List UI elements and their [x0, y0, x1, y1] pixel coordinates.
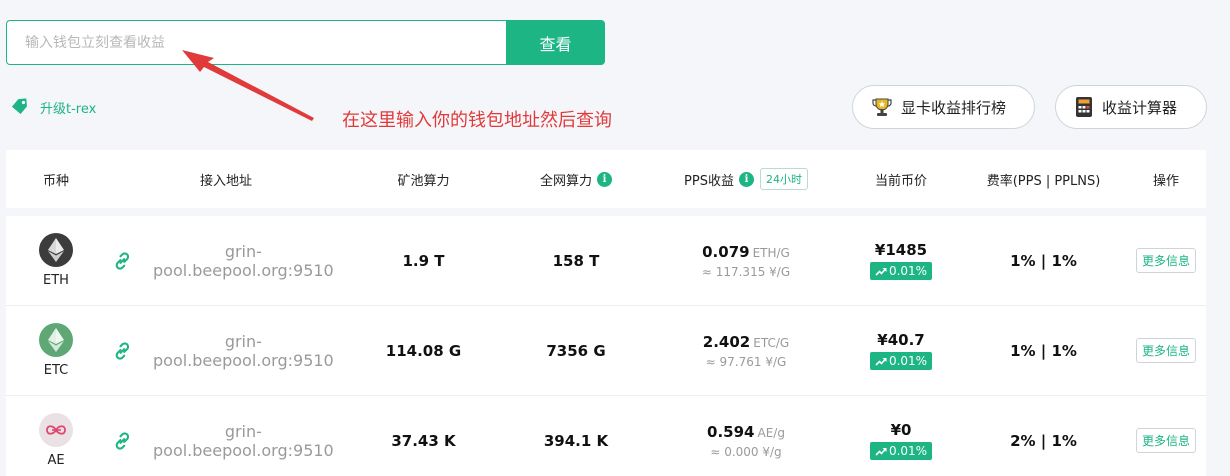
price-change: 0.01%	[888, 264, 928, 278]
network-hashrate: 158 T	[552, 251, 600, 270]
more-info-button[interactable]: 更多信息	[1135, 338, 1196, 363]
gpu-rank-button[interactable]: 显卡收益排行榜	[852, 85, 1035, 129]
pps-unit: ETC/G	[753, 336, 790, 350]
price-change: 0.01%	[888, 354, 928, 368]
address-cell: grin-pool.beepool.org:9510	[106, 332, 346, 370]
pps-value: 0.079	[702, 243, 750, 261]
header-address: 接入地址	[199, 173, 252, 189]
header-network-hashrate: 全网算力	[539, 173, 592, 189]
info-icon[interactable]: i	[597, 171, 612, 187]
pool-address: grin-pool.beepool.org:9510	[153, 331, 334, 370]
pps-cell: 2.402 ETC/G ≈ 97.761 ¥/G	[651, 332, 841, 369]
header-action: 操作	[1152, 173, 1179, 189]
tag-icon	[11, 98, 27, 114]
fee-rate: 2% | 1%	[1010, 431, 1077, 450]
pps-cny: ≈ 97.761 ¥/G	[705, 355, 787, 369]
pps-period-badge[interactable]: 24小时	[759, 168, 808, 190]
coin-cell: ETH	[6, 233, 106, 288]
link-icon[interactable]	[112, 430, 133, 452]
price-cell: ¥0 0.01%	[841, 421, 961, 460]
price-change-badge: 0.01%	[869, 262, 933, 280]
pps-cny: ≈ 0.000 ¥/g	[710, 445, 782, 459]
price-change: 0.01%	[888, 444, 928, 458]
price-value: ¥1485	[874, 241, 928, 259]
pps-value: 2.402	[702, 333, 751, 351]
calculator-icon	[1076, 97, 1092, 117]
fee-rate: 1% | 1%	[1010, 341, 1077, 360]
coin-table: ETH grin-pool.beepool.org:9510 1.9 T 158…	[6, 216, 1206, 476]
price-change-badge: 0.01%	[869, 352, 933, 370]
link-icon[interactable]	[112, 250, 133, 272]
header-coin: 币种	[42, 173, 69, 189]
link-icon[interactable]	[112, 340, 133, 362]
table-header: 币种 接入地址 矿池算力 全网算力 i PPS收益 i 24小时 当前币价 费率…	[6, 150, 1206, 208]
coin-cell: ETC	[6, 323, 106, 378]
trend-up-icon	[875, 447, 887, 456]
pps-value: 0.594	[707, 423, 755, 441]
action-cell: 更多信息	[1126, 428, 1206, 453]
trend-up-icon	[875, 357, 887, 366]
pool-hashrate: 114.08 G	[385, 341, 462, 360]
header-pps-cell: PPS收益 i 24小时	[651, 168, 841, 190]
trend-up-icon	[875, 267, 887, 276]
coin-cell: AE	[6, 413, 106, 468]
network-hashrate: 7356 G	[546, 341, 606, 360]
address-cell: grin-pool.beepool.org:9510	[106, 422, 346, 460]
pps-unit: AE/g	[757, 426, 785, 440]
address-cell: grin-pool.beepool.org:9510	[106, 242, 346, 280]
ae-logo-icon	[39, 413, 73, 447]
upgrade-label: 升级t-rex	[40, 101, 97, 117]
table-row: ETH grin-pool.beepool.org:9510 1.9 T 158…	[6, 216, 1206, 306]
pps-cell: 0.079 ETH/G ≈ 117.315 ¥/G	[651, 242, 841, 279]
header-network-hashrate-cell: 全网算力 i	[501, 170, 651, 189]
pps-cell: 0.594 AE/g ≈ 0.000 ¥/g	[651, 422, 841, 459]
coin-name: ETH	[43, 273, 69, 288]
pps-unit: ETH/G	[752, 246, 790, 260]
table-row: ETC grin-pool.beepool.org:9510 114.08 G …	[6, 306, 1206, 396]
pool-address: grin-pool.beepool.org:9510	[153, 421, 334, 460]
action-cell: 更多信息	[1126, 338, 1206, 363]
price-value: ¥40.7	[877, 331, 925, 349]
calculator-button[interactable]: 收益计算器	[1055, 85, 1207, 129]
info-icon[interactable]: i	[738, 171, 754, 187]
eth-logo-icon	[39, 233, 73, 267]
pool-hashrate: 37.43 K	[391, 431, 456, 450]
etc-logo-icon	[39, 323, 73, 357]
network-hashrate: 394.1 K	[543, 431, 609, 450]
price-cell: ¥1485 0.01%	[841, 241, 961, 280]
coin-name: AE	[47, 453, 65, 468]
header-pps: PPS收益	[684, 173, 734, 189]
more-info-button[interactable]: 更多信息	[1135, 248, 1196, 273]
pps-cny: ≈ 117.315 ¥/G	[701, 265, 791, 279]
annotation-text: 在这里输入你的钱包地址然后查询	[342, 110, 612, 131]
search-button[interactable]: 查看	[506, 20, 605, 65]
action-cell: 更多信息	[1126, 248, 1206, 273]
coin-name: ETC	[43, 363, 69, 378]
more-info-button[interactable]: 更多信息	[1135, 428, 1196, 453]
header-price: 当前币价	[874, 173, 927, 189]
price-change-badge: 0.01%	[869, 442, 933, 460]
calculator-label: 收益计算器	[1102, 98, 1178, 117]
pool-hashrate: 1.9 T	[402, 251, 445, 270]
annotation-arrow	[182, 50, 314, 121]
price-value: ¥0	[890, 421, 912, 439]
trophy-icon	[872, 98, 892, 116]
price-cell: ¥40.7 0.01%	[841, 331, 961, 370]
pool-address: grin-pool.beepool.org:9510	[153, 241, 334, 280]
table-row: AE grin-pool.beepool.org:9510 37.43 K 39…	[6, 396, 1206, 476]
fee-rate: 1% | 1%	[1010, 251, 1077, 270]
header-fee: 费率(PPS | PPLNS)	[986, 173, 1101, 189]
header-pool-hashrate: 矿池算力	[397, 173, 450, 189]
gpu-rank-label: 显卡收益排行榜	[901, 98, 1007, 117]
upgrade-link[interactable]: 升级t-rex	[10, 97, 96, 117]
